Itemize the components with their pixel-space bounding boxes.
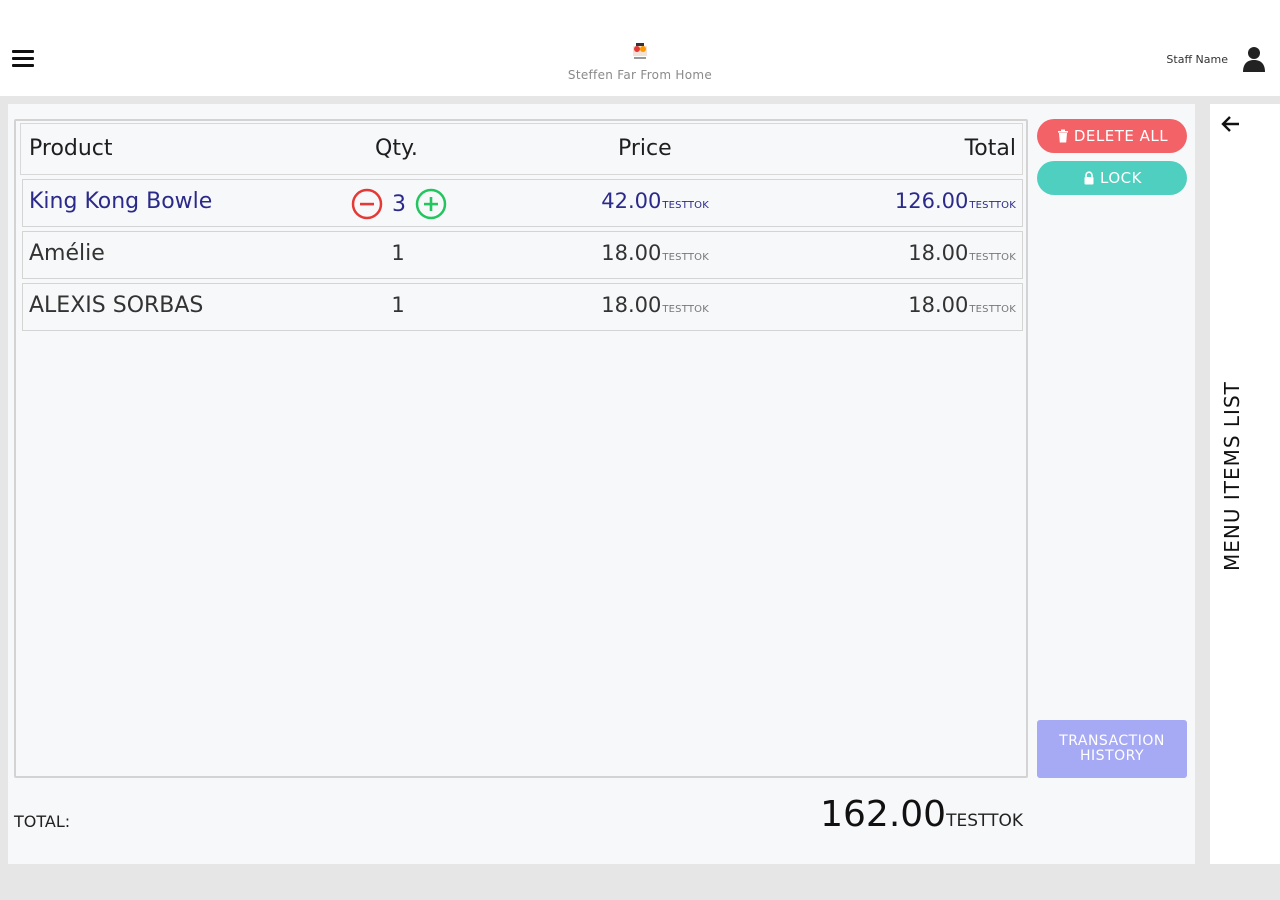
lock-label: LOCK xyxy=(1100,169,1142,187)
line-total: 18.00TESTTOK xyxy=(908,293,1016,317)
increase-qty-icon[interactable] xyxy=(415,188,447,220)
grand-total: 162.00TESTTOK xyxy=(820,794,1023,835)
column-header-price: Price xyxy=(618,136,672,161)
quantity-value: 1 xyxy=(391,241,405,265)
currency-label: TESTTOK xyxy=(969,304,1016,315)
menu-items-list-toggle[interactable]: MENU ITEMS LIST xyxy=(1220,381,1250,571)
order-table: Product Qty. Price Total King Kong Bowle… xyxy=(14,119,1028,778)
grand-total-value: 162.00 xyxy=(820,794,947,835)
line-total-value: 18.00 xyxy=(908,293,969,317)
currency-label: TESTTOK xyxy=(662,304,709,315)
arrow-left-icon[interactable] xyxy=(1220,114,1242,134)
currency-label: TESTTOK xyxy=(969,252,1016,263)
column-header-qty: Qty. xyxy=(375,136,418,161)
menu-items-panel: MENU ITEMS LIST xyxy=(1210,104,1280,864)
order-panel: Product Qty. Price Total King Kong Bowle… xyxy=(8,104,1195,864)
quantity-stepper: 3 xyxy=(351,188,447,220)
staff-name: Staff Name xyxy=(1166,52,1228,66)
user-icon[interactable] xyxy=(1242,46,1266,72)
menu-hamburger-icon[interactable] xyxy=(12,50,34,68)
transaction-history-button[interactable]: TRANSACTION HISTORY xyxy=(1037,720,1187,778)
line-total: 126.00TESTTOK xyxy=(895,189,1016,213)
unit-price: 18.00TESTTOK xyxy=(523,241,709,265)
grand-total-currency: TESTTOK xyxy=(946,811,1023,831)
product-name: King Kong Bowle xyxy=(29,189,213,214)
lock-icon xyxy=(1084,171,1094,185)
total-label: TOTAL: xyxy=(14,812,71,831)
unit-price: 42.00TESTTOK xyxy=(523,189,709,213)
line-total: 18.00TESTTOK xyxy=(908,241,1016,265)
line-total-value: 126.00 xyxy=(894,189,969,213)
unit-price: 18.00TESTTOK xyxy=(523,293,709,317)
currency-label: TESTTOK xyxy=(662,252,709,263)
transaction-history-label-2: HISTORY xyxy=(1080,748,1144,764)
column-header-total: Total xyxy=(964,136,1016,161)
unit-price-value: 18.00 xyxy=(601,293,662,317)
quantity-value: 1 xyxy=(391,293,405,317)
decrease-qty-icon[interactable] xyxy=(351,188,383,220)
quantity-value: 3 xyxy=(392,191,406,217)
brand-name: Steffen Far From Home xyxy=(567,68,713,82)
delete-all-button[interactable]: DELETE ALL xyxy=(1037,119,1187,153)
brand: Steffen Far From Home xyxy=(540,40,740,82)
table-row[interactable]: Amélie 1 18.00TESTTOK 18.00TESTTOK xyxy=(22,231,1023,279)
transaction-history-label-1: TRANSACTION xyxy=(1059,733,1165,749)
trash-icon xyxy=(1057,129,1068,143)
unit-price-value: 42.00 xyxy=(601,189,662,213)
staff-menu[interactable]: Staff Name xyxy=(1166,46,1266,72)
currency-label: TESTTOK xyxy=(969,200,1016,211)
table-header: Product Qty. Price Total xyxy=(20,123,1023,175)
table-row[interactable]: King Kong Bowle 3 42.00TESTTOK 126.00TES… xyxy=(22,179,1023,227)
table-row[interactable]: ALEXIS SORBAS 1 18.00TESTTOK 18.00TESTTO… xyxy=(22,283,1023,331)
column-header-product: Product xyxy=(29,136,113,161)
delete-all-label: DELETE ALL xyxy=(1073,127,1169,145)
top-bar: Steffen Far From Home Staff Name xyxy=(0,0,1280,96)
product-name: ALEXIS SORBAS xyxy=(29,293,204,318)
lock-button[interactable]: LOCK xyxy=(1037,161,1187,195)
currency-label: TESTTOK xyxy=(662,200,709,211)
product-name: Amélie xyxy=(29,241,105,266)
brand-logo-icon xyxy=(633,43,647,59)
unit-price-value: 18.00 xyxy=(601,241,662,265)
line-total-value: 18.00 xyxy=(908,241,969,265)
